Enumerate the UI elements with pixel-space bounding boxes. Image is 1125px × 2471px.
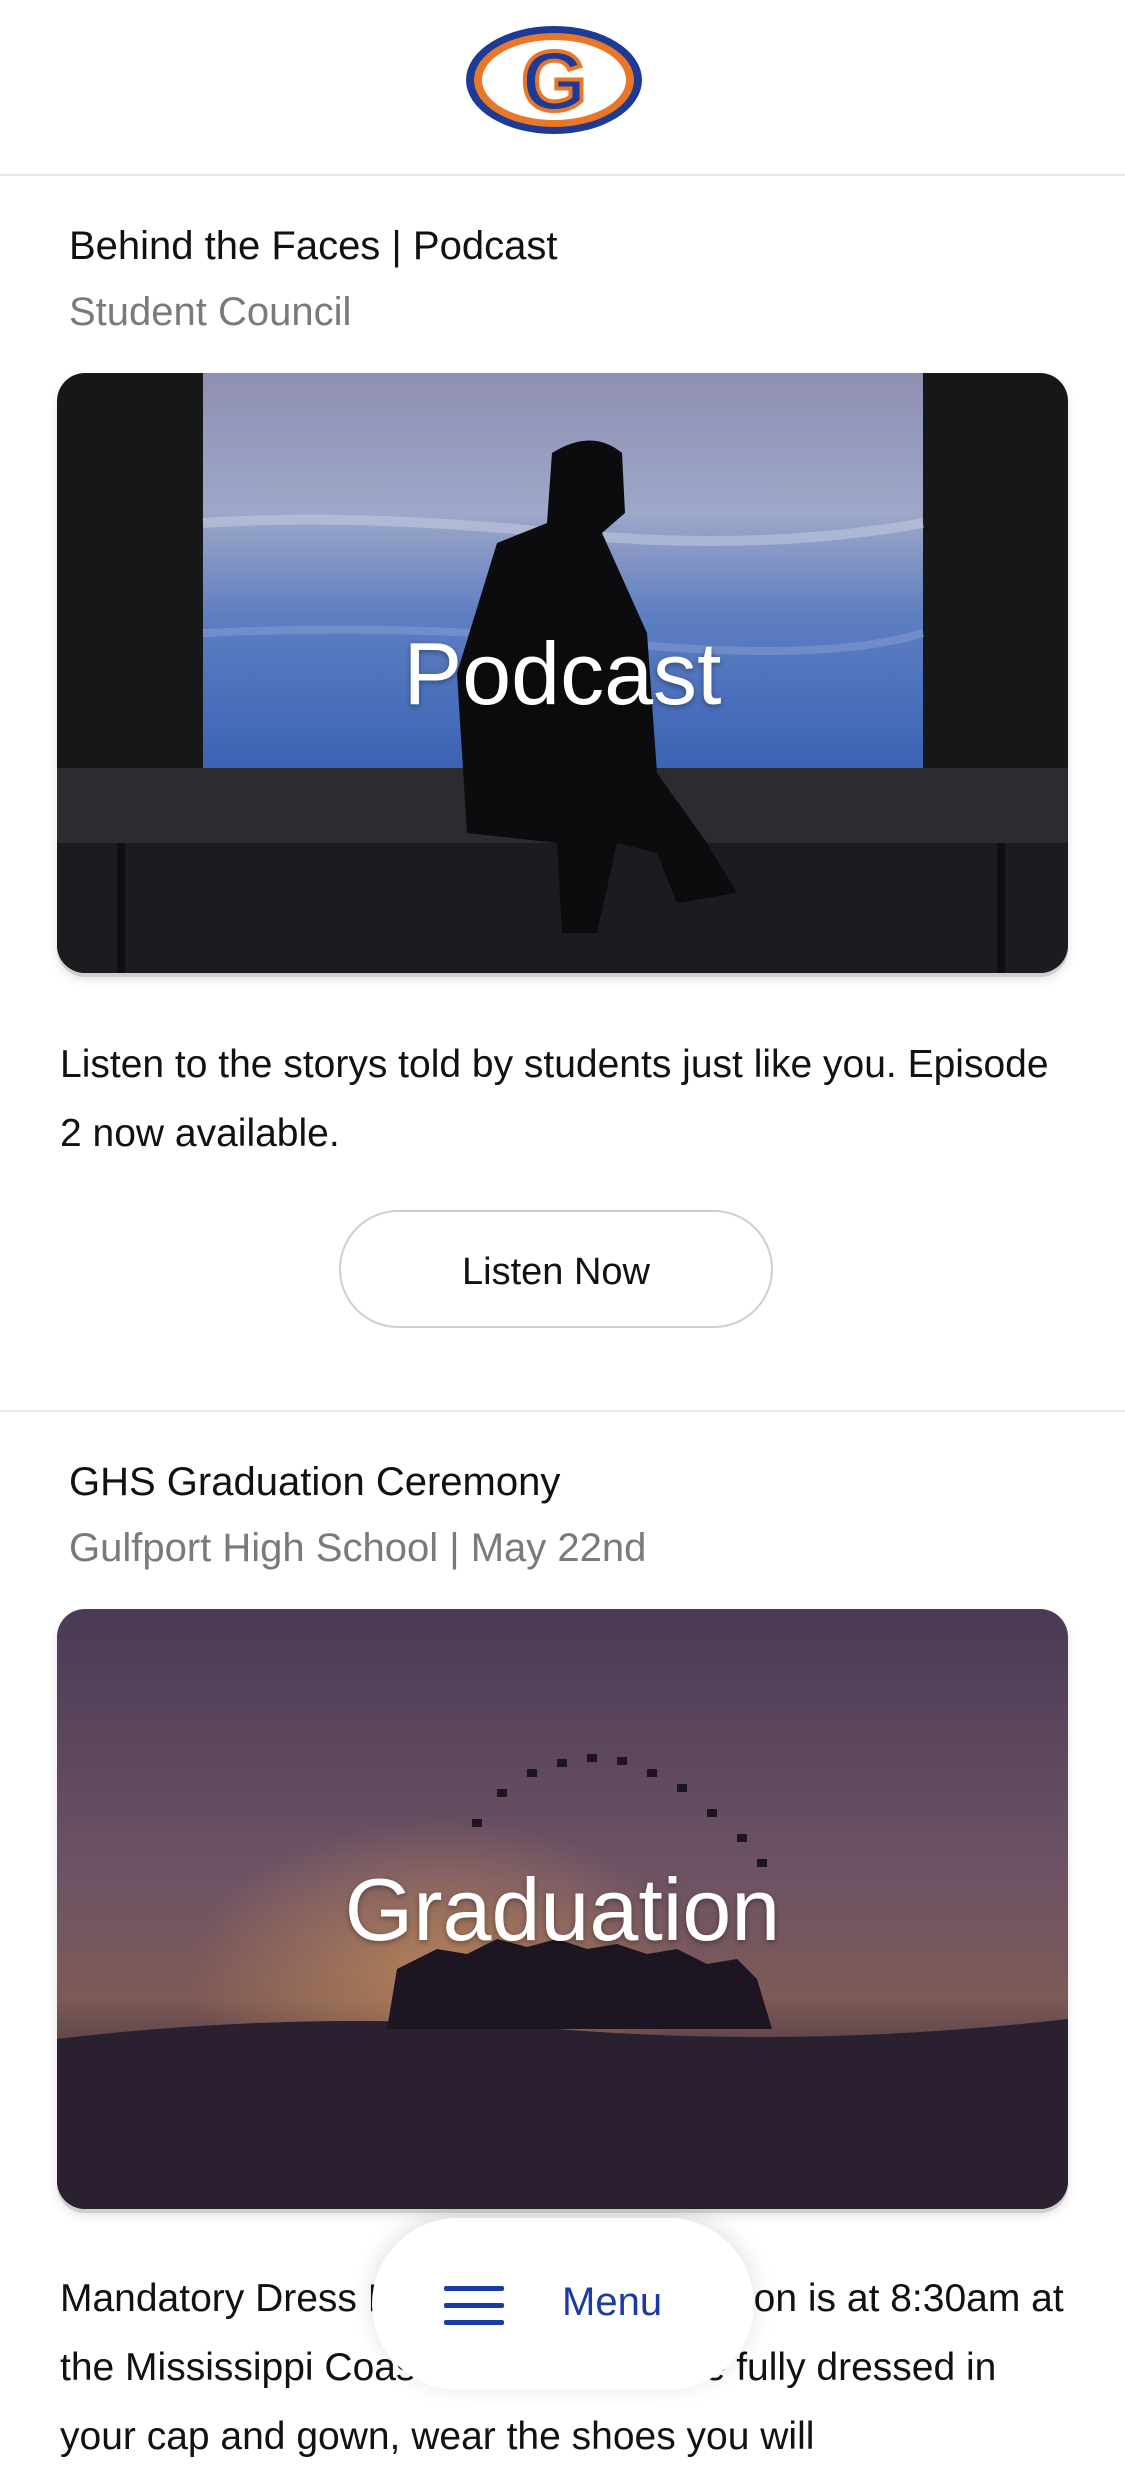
listen-now-button[interactable]: Listen Now — [339, 1210, 773, 1328]
image-overlay-label: Graduation — [344, 1860, 781, 1959]
post-image-podcast[interactable]: Podcast — [57, 373, 1068, 973]
post-description: Listen to the storys told by students ju… — [60, 1043, 1049, 1155]
post-title: Behind the Faces | Podcast — [69, 224, 558, 268]
app-header: G — [0, 0, 1125, 176]
hamburger-icon — [444, 2286, 504, 2326]
post-subtitle: Gulfport High School | May 22nd — [69, 1526, 647, 1570]
post-subtitle: Student Council — [69, 290, 352, 334]
svg-text:G: G — [521, 34, 586, 128]
post-image-graduation[interactable]: Graduation — [57, 1609, 1068, 2209]
post-divider — [0, 1410, 1125, 1412]
post-title: GHS Graduation Ceremony — [69, 1460, 561, 1504]
image-overlay-label: Podcast — [403, 624, 722, 723]
menu-button[interactable]: Menu — [372, 2218, 754, 2390]
school-logo[interactable]: G — [464, 24, 644, 136]
menu-label: Menu — [562, 2280, 663, 2324]
